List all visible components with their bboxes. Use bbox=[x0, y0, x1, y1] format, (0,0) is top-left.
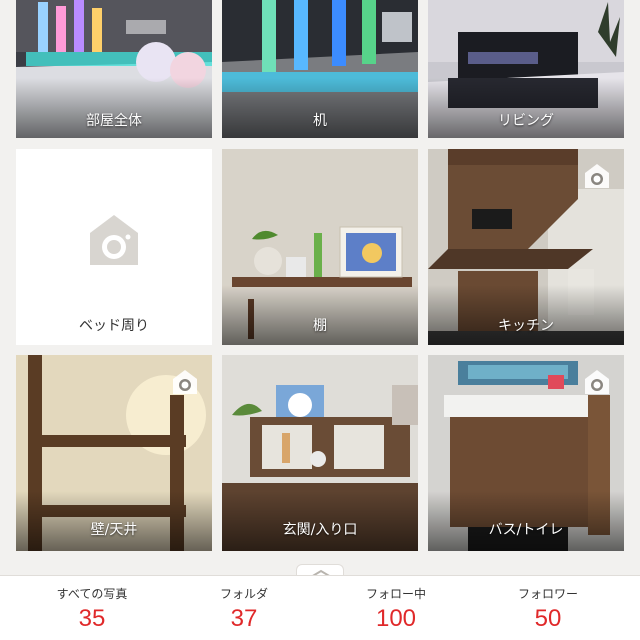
profile-stats-bar: すべての写真 35 フォルダ 37 フォロー中 100 フォロワー 50 bbox=[0, 575, 640, 640]
folder-label: 壁/天井 bbox=[90, 522, 138, 538]
stat-value: 35 bbox=[78, 605, 106, 632]
stat-label: すべての写真 bbox=[56, 587, 128, 601]
folder-label: 棚 bbox=[313, 318, 327, 334]
folder-label: 机 bbox=[313, 113, 327, 129]
camera-icon bbox=[173, 370, 197, 394]
camera-icon bbox=[585, 370, 609, 394]
folder-label: 部屋全体 bbox=[86, 113, 142, 129]
folder-tile-room[interactable]: 部屋全体 bbox=[16, 0, 212, 138]
folder-tile-wall[interactable]: 壁/天井 bbox=[16, 355, 212, 551]
folder-label: バス/トイレ bbox=[488, 522, 564, 538]
folder-label: ベッド周り bbox=[79, 318, 149, 334]
camera-icon bbox=[585, 164, 609, 188]
stat-label: フォロワー bbox=[517, 587, 578, 601]
folder-tile-living[interactable]: リビング bbox=[428, 0, 624, 138]
stat-label: フォロー中 bbox=[365, 587, 426, 601]
folder-tile-bath[interactable]: バス/トイレ bbox=[428, 355, 624, 551]
folder-label: キッチン bbox=[498, 318, 554, 334]
folder-tile-kitchen[interactable]: キッチン bbox=[428, 149, 624, 345]
stat-following[interactable]: フォロー中 100 bbox=[316, 576, 476, 640]
stat-folders[interactable]: フォルダ 37 bbox=[164, 576, 324, 640]
folder-label: 玄関/入り口 bbox=[282, 522, 358, 538]
stat-value: 50 bbox=[534, 605, 562, 632]
folder-tile-entrance[interactable]: 玄関/入り口 bbox=[222, 355, 418, 551]
stat-all-photos[interactable]: すべての写真 35 bbox=[12, 576, 172, 640]
stat-label: フォルダ bbox=[219, 587, 268, 601]
stat-value: 100 bbox=[375, 605, 417, 632]
stat-value: 37 bbox=[230, 605, 258, 632]
folder-tile-bed[interactable]: ベッド周り bbox=[16, 149, 212, 345]
folder-grid: 部屋全体 机 リビング ベッド周り 棚 キッチン 壁/天井 玄関/入り口 バス/… bbox=[0, 0, 640, 575]
folder-label: リビング bbox=[498, 113, 554, 129]
house-camera-icon bbox=[90, 215, 138, 265]
folder-tile-shelf[interactable]: 棚 bbox=[222, 149, 418, 345]
stat-followers[interactable]: フォロワー 50 bbox=[468, 576, 628, 640]
folder-tile-desk[interactable]: 机 bbox=[222, 0, 418, 138]
